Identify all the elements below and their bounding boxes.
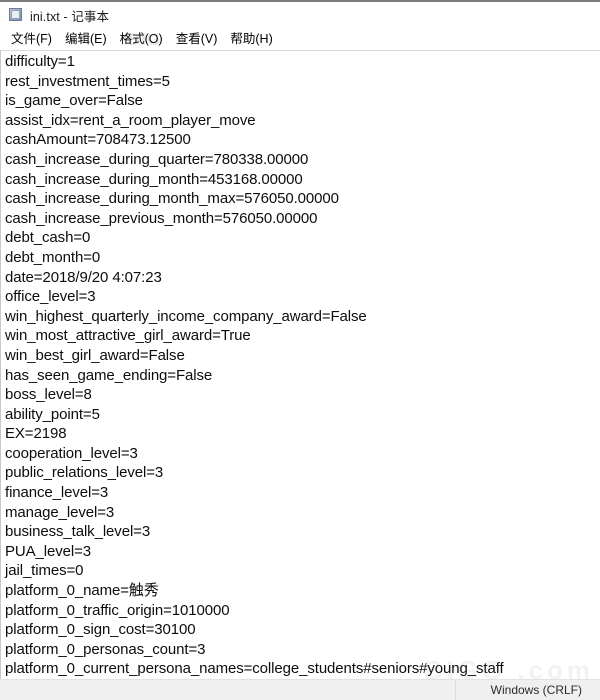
- editor-area[interactable]: difficulty=1 rest_investment_times=5 is_ga…: [0, 50, 600, 679]
- editor-line: platform_0_current_persona_names=college…: [5, 660, 504, 678]
- editor-line: win_highest_quarterly_income_company_awa…: [5, 307, 367, 325]
- editor-line: debt_cash=0: [5, 229, 91, 247]
- title-bar: ini.txt - 记事本: [0, 2, 600, 28]
- editor-line: assist_idx=rent_a_room_player_move: [5, 111, 256, 129]
- editor-line: office_level=3: [5, 288, 96, 306]
- editor-line: manage_level=3: [5, 503, 115, 521]
- editor-line: platform_0_personas_count=3: [5, 640, 206, 658]
- editor-line: is_game_over=False: [5, 92, 143, 110]
- editor-line: difficulty=1: [5, 53, 75, 70]
- menu-bar: 文件(F) 编辑(E) 格式(O) 查看(V) 帮助(H): [0, 28, 600, 50]
- notepad-icon: [8, 7, 24, 23]
- editor-line: debt_month=0: [5, 248, 101, 266]
- editor-line: EX=2198: [5, 425, 67, 443]
- editor-line: business_talk_level=3: [5, 523, 151, 541]
- notepad-icon-sheet: [11, 10, 20, 19]
- editor-line: platform_0_sign_cost=30100: [5, 621, 196, 639]
- editor-line: finance_level=3: [5, 484, 109, 502]
- menu-item-view[interactable]: 查看(V): [170, 30, 225, 49]
- editor-line: win_most_attractive_girl_award=True: [5, 327, 251, 345]
- editor-line: public_relations_level=3: [5, 464, 164, 482]
- editor-line: jail_times=0: [5, 562, 84, 580]
- editor-line: cash_increase_during_quarter=780338.0000…: [5, 150, 309, 168]
- notepad-window: ini.txt - 记事本 文件(F) 编辑(E) 格式(O) 查看(V) 帮助…: [0, 0, 600, 700]
- editor-line: cash_increase_previous_month=576050.0000…: [5, 209, 318, 227]
- editor-line: cashAmount=708473.12500: [5, 131, 191, 149]
- menu-item-help[interactable]: 帮助(H): [224, 30, 279, 49]
- editor-line: cash_increase_during_month=453168.00000: [5, 170, 303, 188]
- editor-line: rest_investment_times=5: [5, 72, 170, 90]
- editor-line: platform_0_name=触秀: [5, 582, 159, 600]
- editor-line: cash_increase_during_month_max=576050.00…: [5, 190, 339, 208]
- editor-line: PUA_level=3: [5, 542, 92, 560]
- window-title: ini.txt - 记事本: [30, 9, 110, 24]
- editor-line: date=2018/9/20 4:07:23: [5, 268, 162, 286]
- editor-line: has_seen_game_ending=False: [5, 366, 213, 384]
- menu-item-format[interactable]: 格式(O): [114, 30, 170, 49]
- menu-item-file[interactable]: 文件(F): [5, 30, 59, 49]
- editor-line: cooperation_level=3: [5, 444, 138, 462]
- menu-item-edit[interactable]: 编辑(E): [59, 30, 114, 49]
- editor-line: boss_level=8: [5, 386, 92, 404]
- status-bar-separator: [455, 680, 456, 700]
- editor-line: ability_point=5: [5, 405, 100, 423]
- status-eol-indicator: Windows (CRLF): [490, 683, 582, 697]
- editor-line: win_best_girl_award=False: [5, 346, 185, 364]
- status-bar: Windows (CRLF): [0, 679, 600, 700]
- editor-line: platform_0_traffic_origin=1010000: [5, 601, 230, 619]
- editor-text-content[interactable]: difficulty=1 rest_investment_times=5 is_ga…: [1, 51, 600, 679]
